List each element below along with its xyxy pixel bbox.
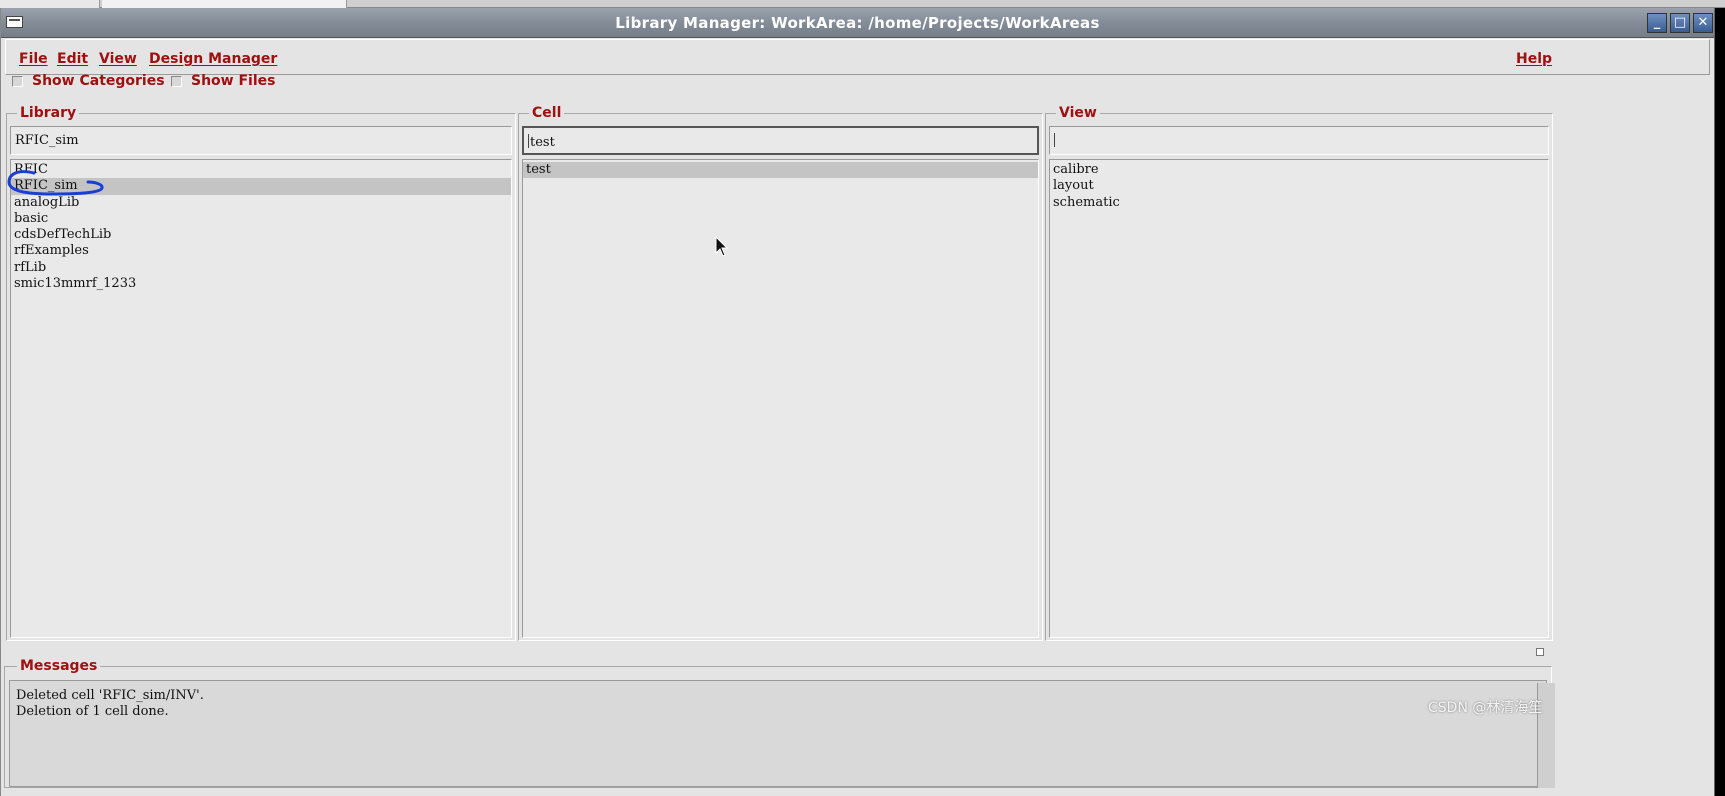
- library-item-0[interactable]: RFIC: [11, 162, 511, 178]
- show-categories-label: Show Categories: [32, 73, 165, 89]
- messages-text: Deleted cell 'RFIC_sim/INV'. Deletion of …: [9, 680, 1547, 787]
- view-panel: View calibre layout schematic: [1045, 105, 1553, 641]
- checkbox-box[interactable]: [12, 75, 23, 87]
- library-item-7[interactable]: smic13mmrf_1233: [11, 276, 511, 292]
- show-files-label: Show Files: [191, 73, 276, 89]
- cell-input[interactable]: test: [522, 126, 1039, 155]
- menu-view[interactable]: View: [99, 51, 137, 67]
- library-item-3[interactable]: basic: [11, 211, 511, 227]
- title-bar[interactable]: Library Manager: WorkArea: /home/Project…: [1, 8, 1714, 38]
- library-item-6[interactable]: rfLib: [11, 260, 511, 276]
- menu-help[interactable]: Help: [1516, 51, 1552, 67]
- minimize-button[interactable]: _: [1647, 13, 1667, 33]
- taskbar-strip: [0, 0, 1725, 8]
- cell-label: Cell: [529, 105, 565, 121]
- library-item-5[interactable]: rfExamples: [11, 243, 511, 259]
- library-input-value: RFIC_sim: [15, 133, 79, 148]
- show-categories-checkbox[interactable]: Show Categories: [12, 73, 165, 89]
- messages-panel: Messages Deleted cell 'RFIC_sim/INV'. Del…: [4, 658, 1552, 788]
- menu-bar: File Edit View Design Manager Help: [5, 39, 1710, 75]
- cell-item-0[interactable]: test: [523, 162, 1038, 179]
- taskbar-tab[interactable]: [0, 0, 100, 8]
- maximize-button[interactable]: □: [1670, 13, 1690, 33]
- screen: Library Manager: WorkArea: /home/Project…: [0, 0, 1725, 796]
- menu-design-manager[interactable]: Design Manager: [149, 51, 277, 67]
- library-item-2[interactable]: analogLib: [11, 195, 511, 211]
- library-input[interactable]: RFIC_sim: [10, 126, 512, 155]
- view-list[interactable]: calibre layout schematic: [1049, 159, 1549, 638]
- view-label: View: [1056, 105, 1100, 121]
- close-button[interactable]: ✕: [1693, 13, 1713, 33]
- cell-panel: Cell test test: [518, 105, 1043, 641]
- pane-resize-handle[interactable]: [1536, 648, 1544, 656]
- library-label: Library: [17, 105, 80, 121]
- show-files-checkbox[interactable]: Show Files: [171, 73, 275, 89]
- library-item-4[interactable]: cdsDefTechLib: [11, 227, 511, 243]
- message-line: Deletion of 1 cell done.: [16, 704, 169, 719]
- view-item-1[interactable]: layout: [1050, 178, 1548, 194]
- watermark: CSDN @林清海笙: [1428, 700, 1543, 716]
- view-item-0[interactable]: calibre: [1050, 162, 1548, 178]
- library-item-1[interactable]: RFIC_sim: [11, 178, 511, 195]
- cell-list[interactable]: test: [522, 159, 1039, 638]
- mouse-pointer-icon: [715, 236, 729, 257]
- text-caret: [1054, 133, 1055, 147]
- library-list[interactable]: RFIC RFIC_sim analogLib basic cdsDefTechLib r…: [10, 159, 512, 638]
- window-title: Library Manager: WorkArea: /home/Project…: [615, 14, 1100, 32]
- menu-edit[interactable]: Edit: [57, 51, 88, 67]
- view-input[interactable]: [1049, 126, 1549, 155]
- menu-file[interactable]: File: [19, 51, 48, 67]
- checkbox-box[interactable]: [171, 75, 182, 87]
- library-panel: Library RFIC_sim RFIC RFIC_sim analogLib ba…: [6, 105, 516, 641]
- messages-label: Messages: [17, 658, 101, 674]
- view-item-2[interactable]: schematic: [1050, 195, 1548, 211]
- text-caret: [528, 134, 529, 148]
- message-line: Deleted cell 'RFIC_sim/INV'.: [16, 688, 204, 703]
- taskbar-tab[interactable]: [102, 0, 347, 8]
- cell-input-value: test: [530, 135, 555, 150]
